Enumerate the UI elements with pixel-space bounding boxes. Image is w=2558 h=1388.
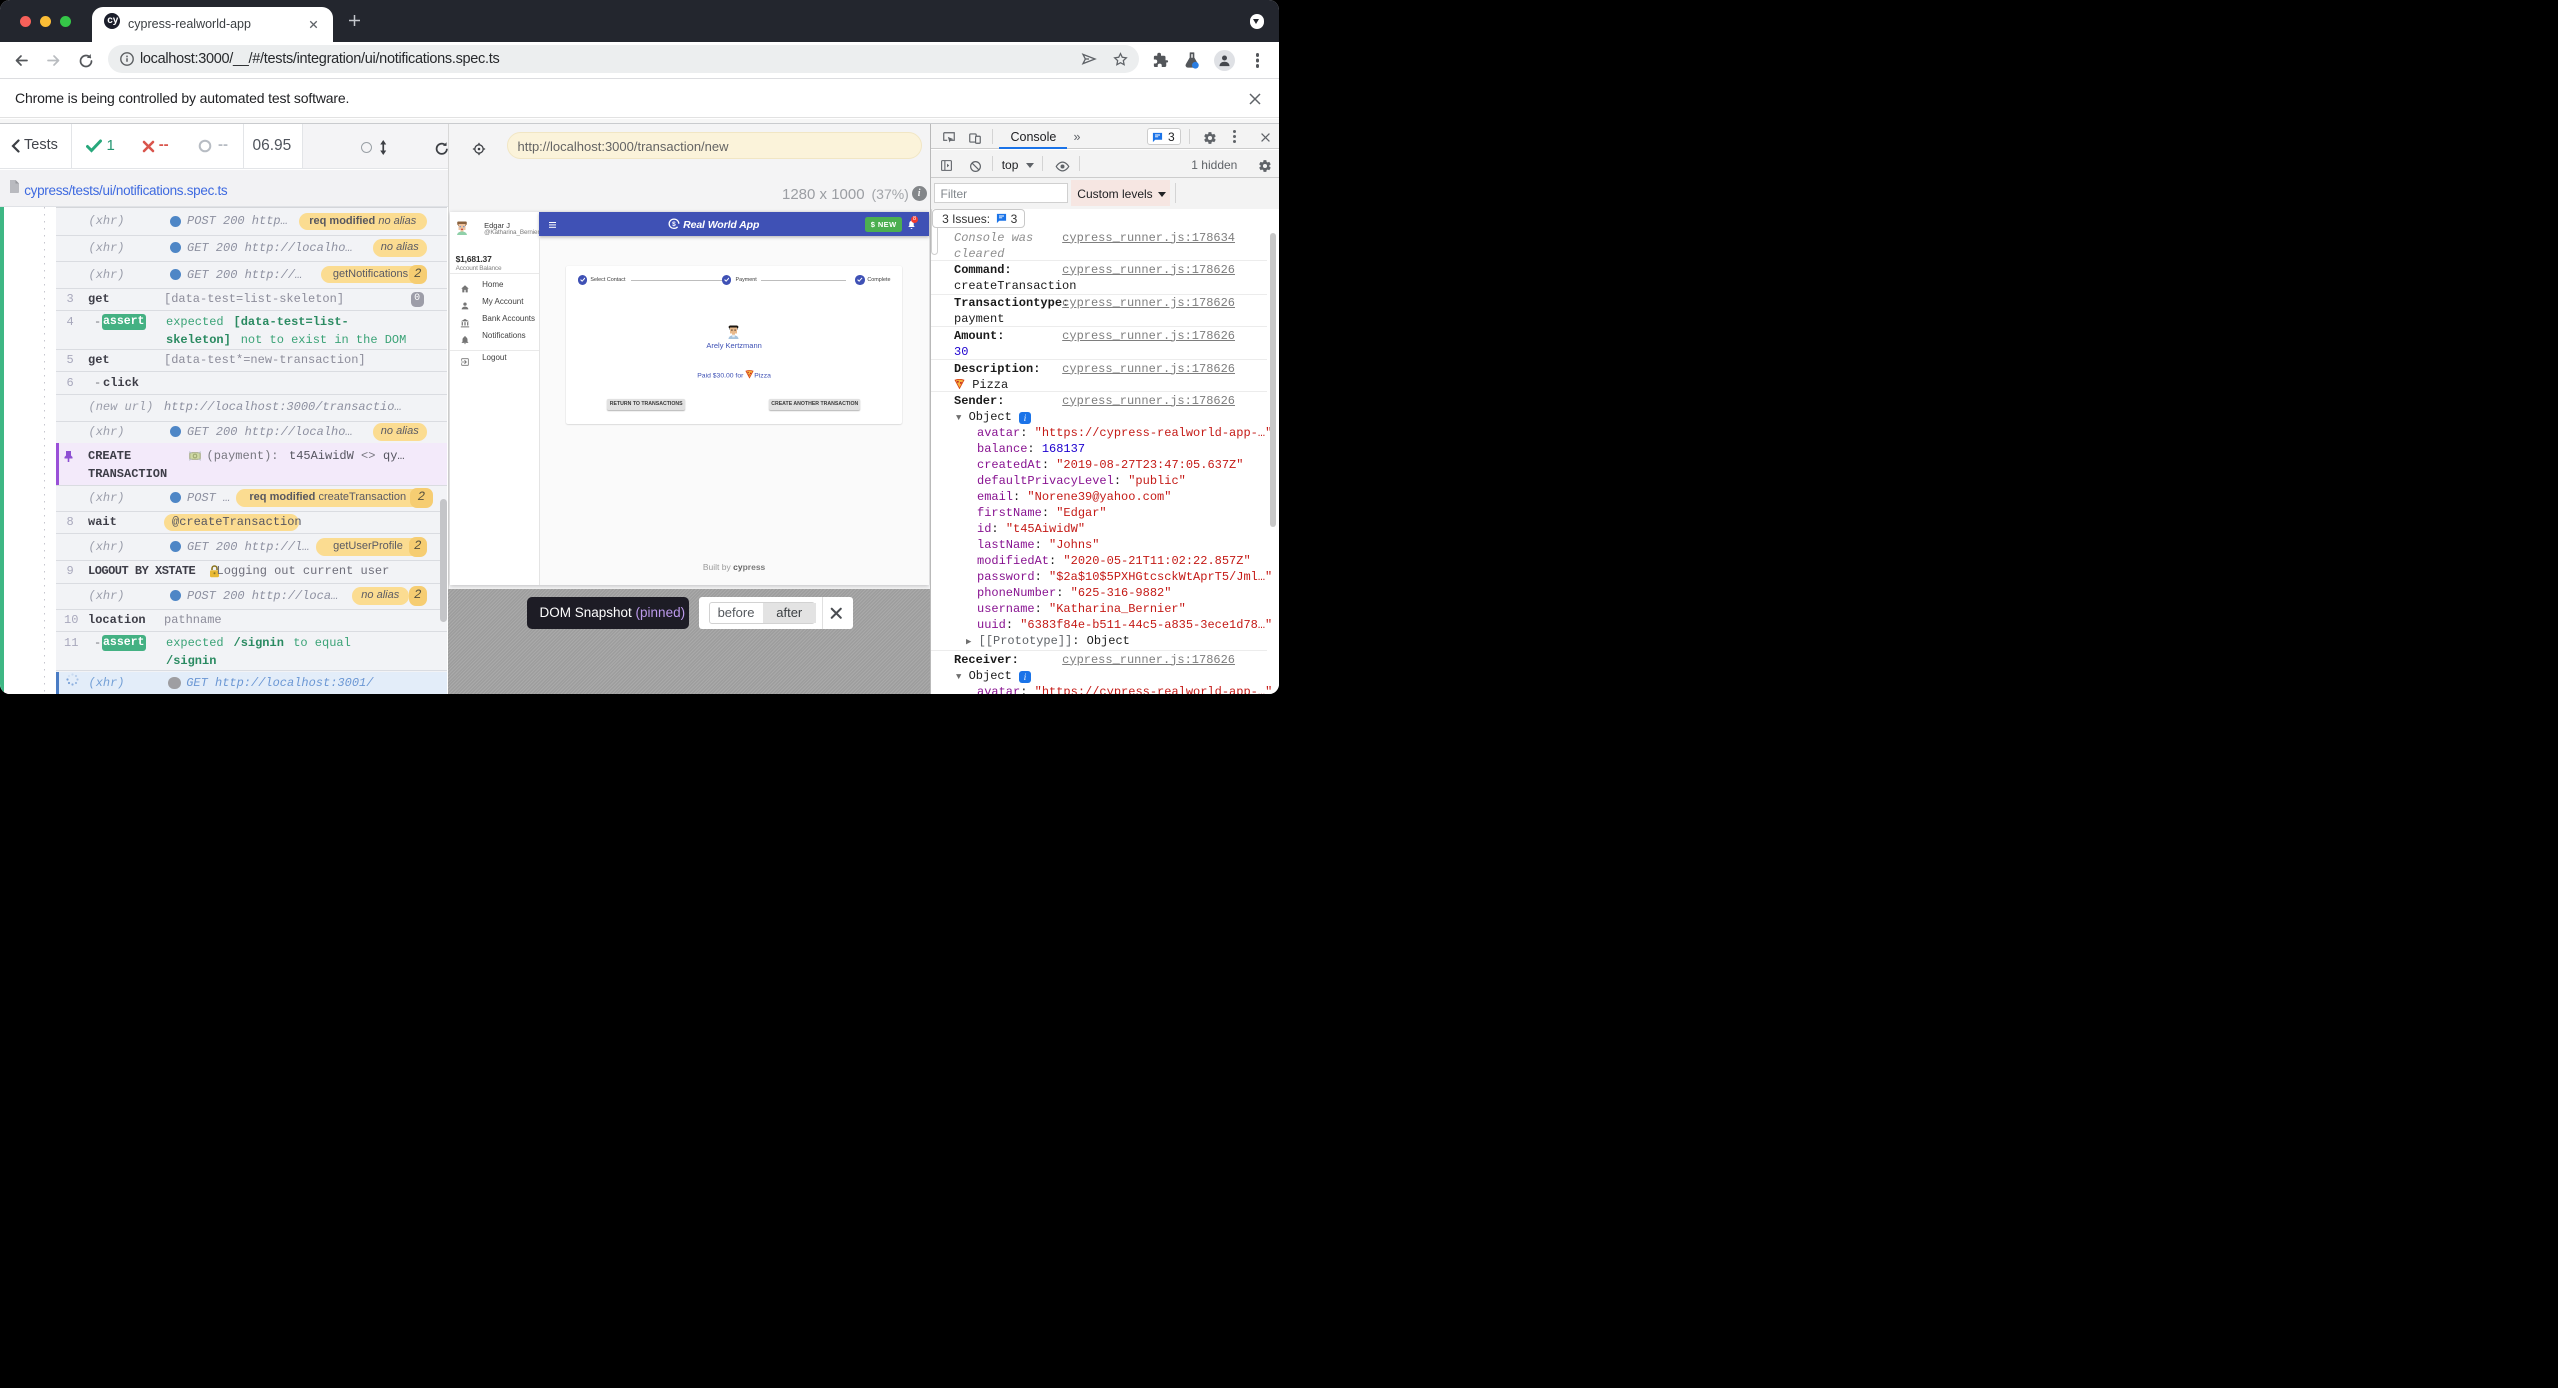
svg-text:$: $ (672, 221, 676, 228)
